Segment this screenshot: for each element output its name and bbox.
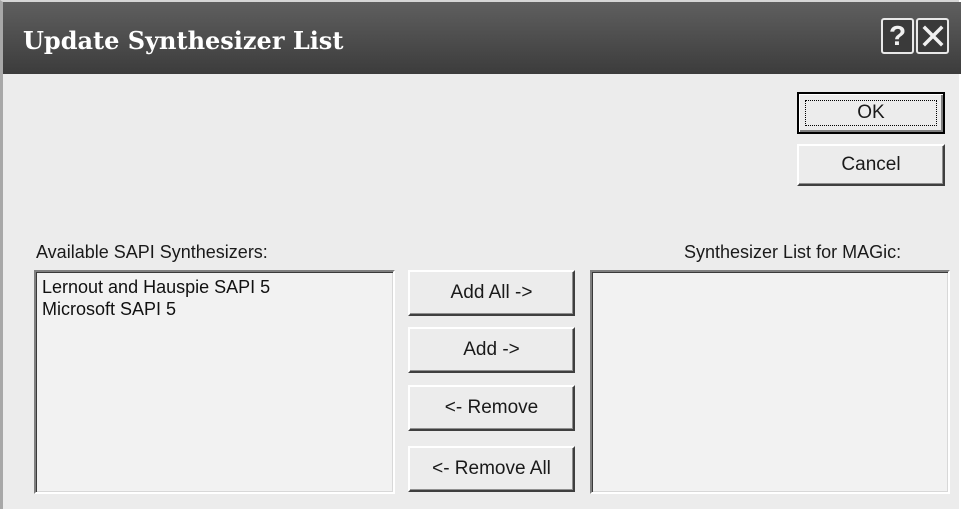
cancel-button[interactable]: Cancel bbox=[797, 144, 945, 186]
help-button[interactable]: ? bbox=[881, 18, 914, 54]
magic-synthesizer-listbox[interactable] bbox=[590, 270, 950, 494]
dialog-window: Update Synthesizer List ? OK Cancel Avai… bbox=[0, 0, 961, 509]
close-button[interactable] bbox=[916, 18, 949, 54]
remove-button[interactable]: <- Remove bbox=[408, 385, 575, 431]
dialog-title: Update Synthesizer List bbox=[23, 26, 344, 55]
list-item[interactable]: Microsoft SAPI 5 bbox=[42, 298, 387, 320]
list-item[interactable]: Lernout and Hauspie SAPI 5 bbox=[42, 276, 387, 298]
cancel-accel: C bbox=[841, 154, 856, 175]
add-all-button[interactable]: Add All -> bbox=[408, 270, 575, 316]
help-icon: ? bbox=[888, 20, 907, 51]
title-bar[interactable]: Update Synthesizer List ? bbox=[3, 2, 961, 74]
available-synthesizers-label: Available SAPI Synthesizers: bbox=[36, 242, 268, 262]
add-button[interactable]: Add -> bbox=[408, 327, 575, 373]
available-synthesizers-listbox[interactable]: Lernout and Hauspie SAPI 5 Microsoft SAP… bbox=[34, 270, 395, 494]
add-accel: A bbox=[463, 339, 476, 360]
add-all-accel: d bbox=[463, 282, 474, 303]
remove-all-button[interactable]: <- Remove All bbox=[408, 446, 575, 492]
ok-button[interactable]: OK bbox=[797, 92, 945, 134]
remove-accel: R bbox=[467, 397, 482, 418]
remove-all-accel: m bbox=[479, 458, 495, 479]
magic-synthesizer-list-label: Synthesizer List for MAGic: bbox=[684, 242, 902, 262]
close-icon bbox=[922, 25, 943, 47]
